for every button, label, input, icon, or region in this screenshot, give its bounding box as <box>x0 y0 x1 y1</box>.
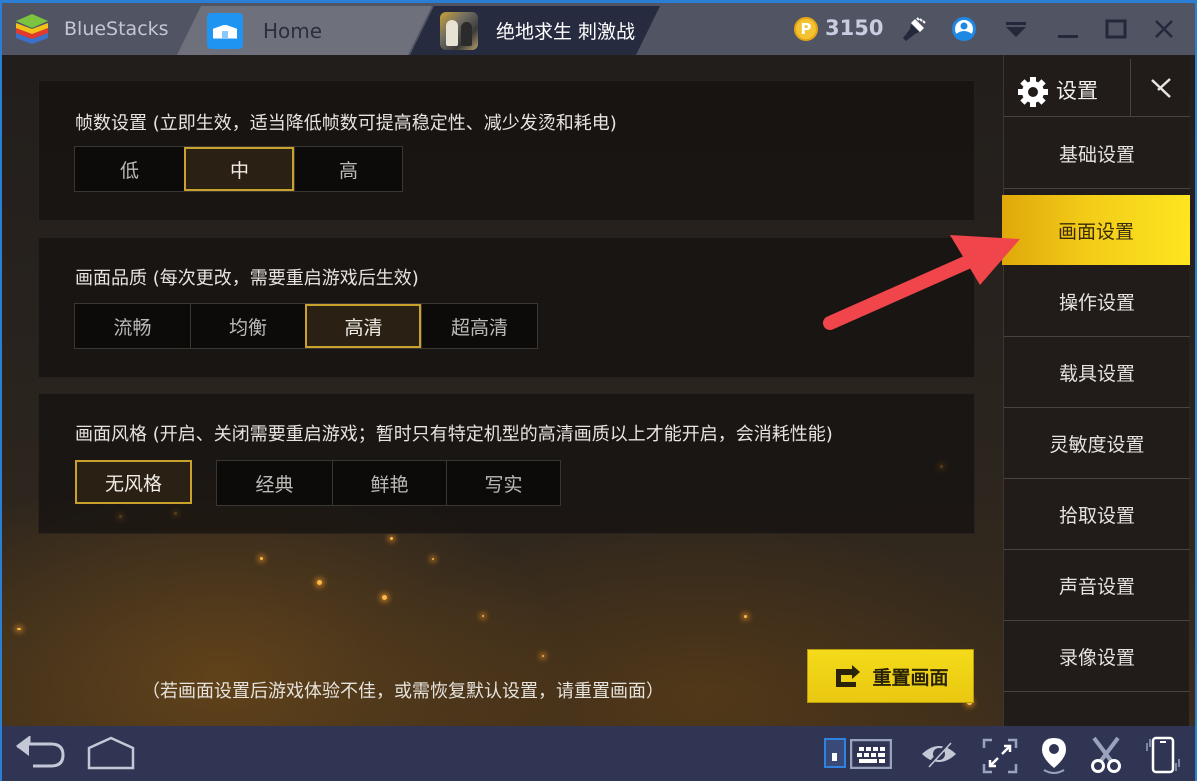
style-option-selected[interactable]: 无风格 <box>75 460 192 504</box>
spark-decoration <box>17 628 21 630</box>
brand-name: BlueStacks <box>64 18 169 40</box>
frame-rate-selector: 低 中 高 <box>74 146 403 192</box>
spark-decoration <box>382 595 387 600</box>
tab-game-label: 绝地求生 刺激战场 <box>496 21 636 43</box>
spark-decoration <box>390 537 393 540</box>
game-settings-screen: 帧数设置 (立即生效，适当降低帧数可提高稳定性、减少发烫和耗电) 低 中 高 画… <box>2 55 1195 726</box>
settings-close-button[interactable] <box>1130 59 1190 117</box>
spark-decoration <box>432 558 434 560</box>
spark-decoration <box>317 580 322 585</box>
settings-header: 设置 <box>1004 59 1190 117</box>
quality-option-selected[interactable]: 高清 <box>305 304 421 348</box>
bluestacks-logo-icon <box>12 11 52 47</box>
keyboard-icon[interactable] <box>849 738 893 773</box>
side-item-vehicle[interactable]: 载具设置 <box>1004 337 1190 408</box>
home-icon <box>207 13 243 49</box>
frame-rate-option[interactable]: 低 <box>75 147 184 191</box>
spark-decoration <box>482 615 484 617</box>
frame-rate-title: 帧数设置 (立即生效，适当降低帧数可提高稳定性、减少发烫和耗电) <box>75 113 617 134</box>
style-panel: 画面风格 (开启、关闭需要重启游戏；暂时只有特定机型的高清画质以上才能开启，会消… <box>38 393 975 534</box>
menu-icon[interactable] <box>1002 15 1030 43</box>
reset-graphics-label: 重置画面 <box>872 666 949 689</box>
bluestacks-window: BlueStacks Home 绝地求生 刺激战场 P 3150 <box>0 0 1197 781</box>
close-icon[interactable] <box>1150 15 1178 43</box>
side-item-sensitivity[interactable]: 灵敏度设置 <box>1004 408 1190 479</box>
location-icon[interactable] <box>1040 736 1068 778</box>
tab-game[interactable]: 绝地求生 刺激战场 <box>410 6 660 55</box>
frame-rate-option[interactable]: 高 <box>294 147 402 191</box>
style-option[interactable]: 写实 <box>446 461 560 505</box>
reset-hint: （若画面设置后游戏体验不佳，或需恢复默认设置，请重置画面） <box>142 681 664 702</box>
coin-icon: P <box>794 17 818 41</box>
side-item-graphics-active[interactable]: 画面设置 <box>1002 195 1190 265</box>
minimize-icon[interactable] <box>1054 15 1082 43</box>
style-option[interactable]: 鲜艳 <box>332 461 446 505</box>
scissors-icon[interactable] <box>1090 736 1122 778</box>
tab-home[interactable]: Home <box>177 6 432 55</box>
frame-rate-option-selected[interactable]: 中 <box>184 147 294 191</box>
side-item-sound[interactable]: 声音设置 <box>1004 550 1190 621</box>
spark-decoration <box>542 655 544 657</box>
quality-option[interactable]: 超高清 <box>421 304 537 348</box>
frame-rate-panel: 帧数设置 (立即生效，适当降低帧数可提高稳定性、减少发烫和耗电) 低 中 高 <box>38 80 975 221</box>
title-bar: BlueStacks Home 绝地求生 刺激战场 P 3150 <box>2 3 1195 55</box>
style-none-selector: 无风格 <box>75 460 192 504</box>
side-item-controls[interactable]: 操作设置 <box>1004 266 1190 337</box>
settings-side-menu: 设置 基础设置 画面设置 操作设置 载具设置 灵敏度设置 拾取设置 声音设置 录… <box>1002 55 1190 726</box>
spark-decoration <box>260 557 263 560</box>
close-icon <box>1150 77 1171 98</box>
maximize-icon[interactable] <box>1102 15 1130 43</box>
quality-selector: 流畅 均衡 高清 超高清 <box>74 303 538 349</box>
home-icon[interactable] <box>87 736 135 774</box>
side-item-pickup[interactable]: 拾取设置 <box>1004 479 1190 550</box>
annotation-arrow-icon <box>823 235 1020 330</box>
reset-icon <box>836 665 861 687</box>
gear-icon <box>1018 77 1048 107</box>
style-selector: 经典 鲜艳 写实 <box>216 460 561 506</box>
user-icon[interactable] <box>950 15 978 43</box>
fullscreen-icon[interactable] <box>982 738 1018 778</box>
settings-title: 设置 <box>1056 79 1098 103</box>
brush-icon[interactable] <box>900 15 928 43</box>
side-item-recording[interactable]: 录像设置 <box>1004 621 1190 692</box>
quality-title: 画面品质 (每次更改，需要重启游戏后生效) <box>75 268 419 289</box>
coin-count[interactable]: 3150 <box>825 16 883 40</box>
back-icon[interactable] <box>15 735 65 774</box>
quality-option[interactable]: 流畅 <box>75 304 190 348</box>
shake-icon[interactable] <box>1144 735 1182 779</box>
bottom-bar <box>2 726 1195 781</box>
side-item-basic[interactable]: 基础设置 <box>1004 118 1190 189</box>
game-icon <box>440 12 478 50</box>
reset-graphics-button[interactable]: 重置画面 <box>807 649 974 703</box>
quality-option[interactable]: 均衡 <box>190 304 305 348</box>
keyboard-toggle-icon[interactable] <box>824 738 846 772</box>
eye-off-icon[interactable] <box>920 740 958 772</box>
style-title: 画面风格 (开启、关闭需要重启游戏；暂时只有特定机型的高清画质以上才能开启，会消… <box>75 424 833 445</box>
style-option[interactable]: 经典 <box>217 461 332 505</box>
tab-home-label: Home <box>263 18 323 43</box>
brand: BlueStacks <box>12 11 169 47</box>
spark-decoration <box>744 615 747 618</box>
